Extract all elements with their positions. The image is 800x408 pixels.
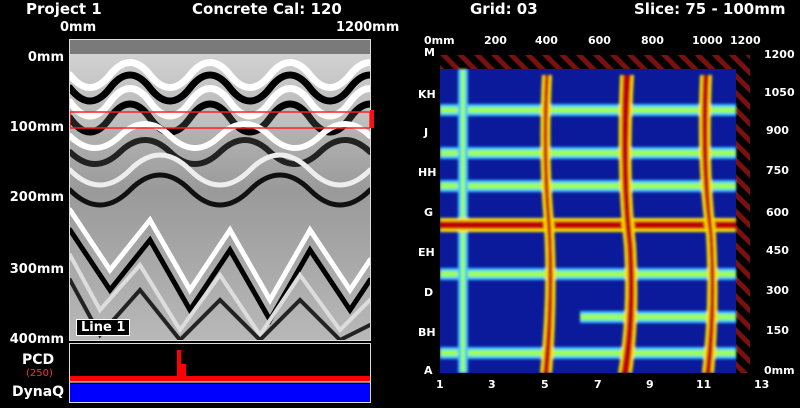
cscan-image <box>440 55 750 373</box>
project-title: Project 1 <box>26 0 102 18</box>
cscan-top-400: 400 <box>535 34 558 47</box>
depth-label-0: 0mm <box>27 50 64 65</box>
bscan-x-start: 0mm <box>60 20 97 35</box>
bscan-image <box>66 40 394 343</box>
bscan-x-end: 1200mm <box>336 20 400 35</box>
depth-label-100: 100mm <box>9 120 64 135</box>
cscan-left-G: G <box>424 206 434 219</box>
cscan-left-HH: HH <box>418 166 437 179</box>
cscan-right-450: 450 <box>766 244 789 257</box>
cscan-top-200: 200 <box>484 34 507 47</box>
cscan-top-800: 800 <box>641 34 664 47</box>
cscan-right-300: 300 <box>766 284 789 297</box>
cscan-bottom-5: 5 <box>541 378 549 391</box>
bscan-view[interactable]: Line 1 <box>66 39 394 343</box>
depth-label-300: 300mm <box>9 262 64 277</box>
cscan-right-600: 600 <box>766 206 789 219</box>
calibration-label: Concrete Cal: 120 <box>192 0 342 18</box>
cscan-right-1200: 1200 <box>764 48 795 61</box>
cscan-left-J: J <box>424 126 429 139</box>
cscan-top-1200: 1200 <box>730 34 761 47</box>
pcd-value: (250) <box>26 368 53 379</box>
cscan-right-900: 900 <box>766 124 789 137</box>
cscan-view[interactable] <box>440 55 750 373</box>
cscan-top-1000: 1000 <box>692 34 723 47</box>
cscan-left-EH: EH <box>418 246 435 259</box>
slice-marker[interactable] <box>370 110 374 128</box>
depth-label-400: 400mm <box>9 332 64 347</box>
cscan-bottom-7: 7 <box>594 378 602 391</box>
cscan-bottom-11: 11 <box>696 378 712 391</box>
cscan-right-750: 750 <box>766 164 789 177</box>
depth-label-200: 200mm <box>9 190 64 205</box>
cscan-bottom-9: 9 <box>646 378 654 391</box>
cscan-left-KH: KH <box>418 88 436 101</box>
pcd-dynaq-panel <box>69 343 371 403</box>
cscan-left-D: D <box>424 286 434 299</box>
grid-label: Grid: 03 <box>470 0 538 18</box>
cscan-left-BH: BH <box>418 326 436 339</box>
cscan-bottom-3: 3 <box>488 378 496 391</box>
line-label: Line 1 <box>76 319 131 336</box>
cscan-right-0: 0mm <box>764 364 795 377</box>
cscan-top-600: 600 <box>588 34 611 47</box>
pcd-graph <box>70 350 370 402</box>
cscan-bottom-13: 13 <box>754 378 770 391</box>
cscan-left-A: A <box>424 364 433 377</box>
dynaq-label: DynaQ <box>12 384 65 400</box>
pcd-label: PCD <box>22 352 55 368</box>
cscan-right-150: 150 <box>766 324 789 337</box>
cscan-left-M: M <box>424 46 435 59</box>
slice-label: Slice: 75 - 100mm <box>634 0 786 18</box>
cscan-right-1050: 1050 <box>764 86 795 99</box>
cscan-bottom-1: 1 <box>436 378 444 391</box>
